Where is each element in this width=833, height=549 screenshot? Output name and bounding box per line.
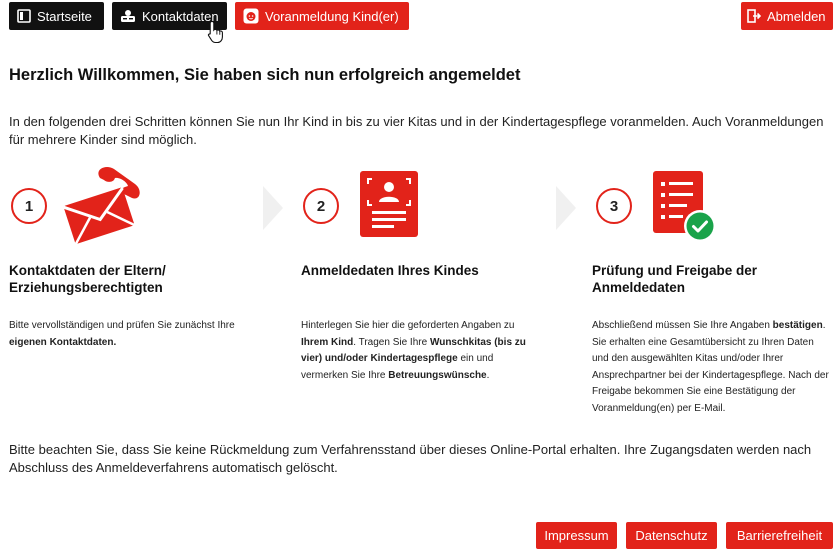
step-3-text-part: . Sie erhalten eine Gesamtübersicht zu I…: [592, 320, 829, 414]
step-2-text-part: . Tragen Sie Ihre: [353, 336, 430, 348]
barrierefreiheit-button[interactable]: Barrierefreiheit: [726, 522, 833, 549]
nav-startseite-label: Startseite: [37, 8, 92, 24]
step-3-text-bold: bestätigen: [772, 320, 823, 331]
hand-cursor-icon: [207, 20, 225, 49]
step-2-text-part: Hinterlegen Sie hier die geforderten Ang…: [301, 320, 515, 331]
logout-button[interactable]: Abmelden: [741, 2, 833, 30]
step-2-title: Anmeldedaten Ihres Kindes: [301, 263, 479, 278]
home-icon: [17, 9, 31, 23]
step-1-text: Bitte vervollständigen und prüfen Sie zu…: [9, 318, 269, 351]
nav-voranmeldung-label: Voranmeldung Kind(er): [265, 8, 399, 24]
child-face-icon: [243, 8, 259, 24]
step-2-text-part: .: [486, 369, 490, 381]
step-1-title: Kontaktdaten der Eltern/ Erziehungsberec…: [9, 263, 166, 295]
step-2-text: Hinterlegen Sie hier die geforderten Ang…: [301, 318, 541, 384]
step-3-number: 3: [596, 188, 632, 224]
checklist-approved-icon: [653, 171, 719, 248]
contact-card-icon: [120, 9, 136, 23]
step-2-text-bold: Ihrem Kind: [301, 336, 354, 348]
nav-voranmeldung-button[interactable]: Voranmeldung Kind(er): [235, 2, 409, 30]
page-title: Herzlich Willkommen, Sie haben sich nun …: [9, 66, 521, 84]
step-2-text-bold: Betreuungswünsche: [388, 369, 487, 381]
logout-label: Abmelden: [767, 8, 826, 24]
step-1-text-part: Bitte vervollständigen und prüfen Sie zu…: [9, 320, 235, 331]
intro-text: In den folgenden drei Schritten können S…: [9, 114, 824, 147]
logout-icon: [747, 9, 761, 23]
step-3-text: Abschließend müssen Sie Ihre Angaben bes…: [592, 318, 833, 417]
notice-text: Bitte beachten Sie, dass Sie keine Rückm…: [9, 442, 812, 475]
step-1-number: 1: [11, 188, 47, 224]
nav-startseite-button[interactable]: Startseite: [9, 2, 104, 30]
envelope-phone-icon: [60, 166, 150, 249]
step-arrow-icon: [556, 186, 576, 235]
step-arrow-icon: [263, 186, 283, 235]
datenschutz-button[interactable]: Datenschutz: [626, 522, 717, 549]
impressum-button[interactable]: Impressum: [536, 522, 617, 549]
registration-form-icon: [360, 171, 418, 242]
step-3-text-part: Abschließend müssen Sie Ihre Angaben: [592, 320, 773, 331]
step-2-number: 2: [303, 188, 339, 224]
step-3-title: Prüfung und Freigabe der Anmeldedaten: [592, 263, 758, 295]
step-1-text-bold: eigenen Kontaktdaten.: [9, 336, 117, 348]
